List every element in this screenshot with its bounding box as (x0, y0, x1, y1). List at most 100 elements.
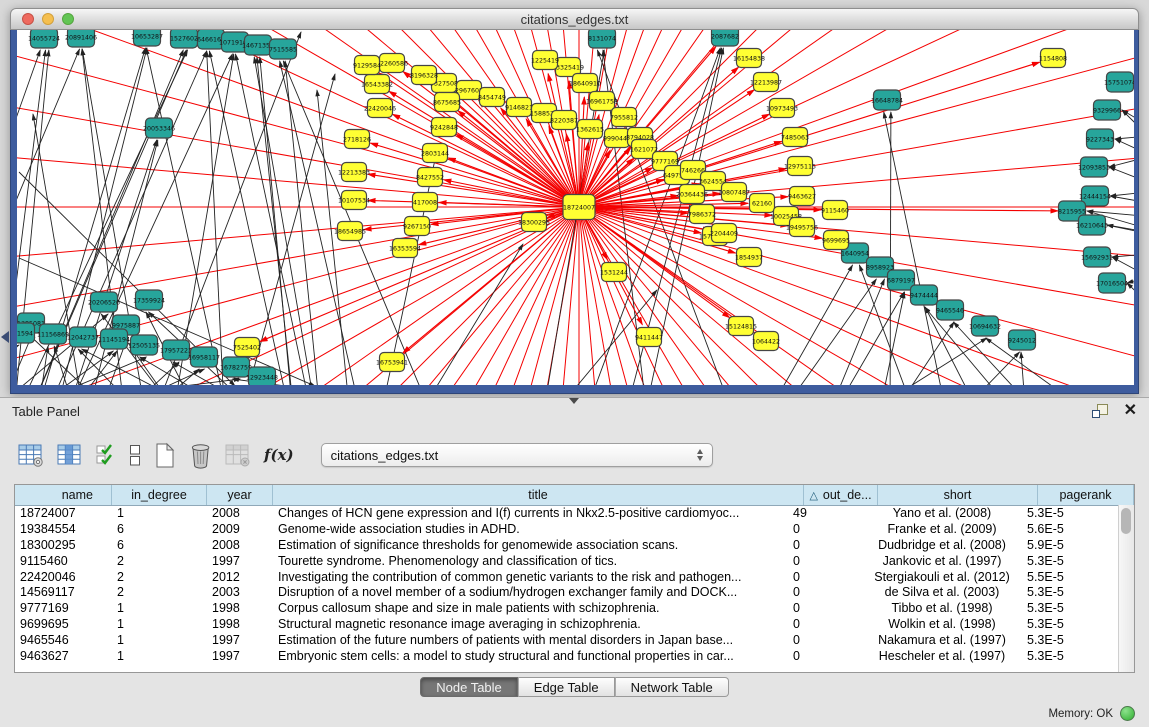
table-row[interactable]: 977716911998Corpus callosum shape and si… (15, 600, 1118, 616)
table-cell[interactable]: 2003 (207, 585, 273, 599)
table-cell[interactable]: Nakamura et al. (1997) (862, 633, 1022, 647)
table-cell[interactable]: 2 (112, 554, 207, 568)
table-cell[interactable]: 1 (112, 633, 207, 647)
table-cell[interactable]: 1 (112, 506, 207, 520)
table-cell[interactable]: 2008 (207, 506, 273, 520)
column-header-pagerank[interactable]: pagerank (1038, 485, 1134, 505)
table-cell[interactable]: 5.9E-5 (1022, 538, 1118, 552)
float-panel-icon[interactable] (1092, 404, 1108, 418)
table-cell[interactable]: 49 (788, 506, 862, 520)
table-cell[interactable]: 0 (788, 617, 862, 631)
table-cell[interactable]: 9463627 (15, 649, 112, 663)
minimize-window-button[interactable] (42, 13, 54, 25)
column-header-year[interactable]: year (207, 485, 273, 505)
table-cell[interactable]: 5.3E-5 (1022, 649, 1118, 663)
table-cell[interactable]: 0 (788, 601, 862, 615)
table-cell[interactable]: 2012 (207, 570, 273, 584)
table-cell[interactable]: 18724007 (15, 506, 112, 520)
table-cell[interactable]: 5.3E-5 (1022, 506, 1118, 520)
column-visibility-icon[interactable] (57, 443, 83, 467)
table-cell[interactable]: Embryonic stem cells: a model to study s… (273, 649, 788, 663)
table-cell[interactable]: de Silva et al. (2003) (862, 585, 1022, 599)
table-cell[interactable]: Jankovic et al. (1997) (862, 554, 1022, 568)
table-cell[interactable]: Tibbo et al. (1998) (862, 601, 1022, 615)
table-cell[interactable]: 1998 (207, 601, 273, 615)
table-row[interactable]: 946554611997Estimation of the future num… (15, 632, 1118, 648)
table-cell[interactable]: 1997 (207, 649, 273, 663)
table-row[interactable]: 1456911722003Disruption of a novel membe… (15, 584, 1118, 600)
column-header-title[interactable]: title (273, 485, 804, 505)
table-cell[interactable]: 1 (112, 649, 207, 663)
table-cell[interactable]: Investigating the contribution of common… (273, 570, 788, 584)
table-cell[interactable]: Hescheler et al. (1997) (862, 649, 1022, 663)
tab-network-table[interactable]: Network Table (615, 677, 729, 697)
table-cell[interactable]: 0 (788, 554, 862, 568)
table-cell[interactable]: 6 (112, 538, 207, 552)
table-cell[interactable]: 9777169 (15, 601, 112, 615)
table-cell[interactable]: 5.3E-5 (1022, 554, 1118, 568)
table-cell[interactable]: 5.3E-5 (1022, 601, 1118, 615)
table-cell[interactable]: Wolkin et al. (1998) (862, 617, 1022, 631)
table-cell[interactable]: 0 (788, 522, 862, 536)
tab-edge-table[interactable]: Edge Table (518, 677, 615, 697)
table-cell[interactable]: 5.3E-5 (1022, 617, 1118, 631)
table-cell[interactable]: 6 (112, 522, 207, 536)
table-cell[interactable]: 2 (112, 570, 207, 584)
column-header-short[interactable]: short (878, 485, 1038, 505)
table-cell[interactable]: Genome-wide association studies in ADHD. (273, 522, 788, 536)
table-cell[interactable]: 1997 (207, 633, 273, 647)
table-cell[interactable]: 5.6E-5 (1022, 522, 1118, 536)
table-row[interactable]: 1872400712008Changes of HCN gene express… (15, 505, 1118, 521)
table-cell[interactable]: 0 (788, 649, 862, 663)
table-cell[interactable]: 9699695 (15, 617, 112, 631)
table-source-select[interactable]: citations_edges.txt (321, 443, 713, 467)
deselect-icon[interactable] (129, 443, 141, 468)
table-cell[interactable]: 18300295 (15, 538, 112, 552)
table-cell[interactable]: Estimation of the future numbers of pati… (273, 633, 788, 647)
table-cell[interactable]: 0 (788, 538, 862, 552)
table-cell[interactable]: Structural magnetic resonance image aver… (273, 617, 788, 631)
table-cell[interactable]: Estimation of significance thresholds fo… (273, 538, 788, 552)
memory-ok-indicator[interactable] (1120, 706, 1135, 721)
window-titlebar[interactable]: citations_edges.txt (10, 8, 1139, 30)
table-cell[interactable]: Franke et al. (2009) (862, 522, 1022, 536)
table-cell[interactable]: Tourette syndrome. Phenomenology and cla… (273, 554, 788, 568)
table-scrollbar[interactable] (1118, 505, 1134, 672)
table-row[interactable]: 2242004622012Investigating the contribut… (15, 569, 1118, 585)
column-header-out_de[interactable]: △out_de... (804, 485, 878, 505)
table-cell[interactable]: 0 (788, 570, 862, 584)
table-cell[interactable]: Changes of HCN gene expression and I(f) … (273, 506, 788, 520)
table-row[interactable]: 946362711997Embryonic stem cells: a mode… (15, 648, 1118, 664)
table-cell[interactable]: Dudbridge et al. (2008) (862, 538, 1022, 552)
table-row[interactable]: 911546021997Tourette syndrome. Phenomeno… (15, 553, 1118, 569)
table-cell[interactable]: 1 (112, 617, 207, 631)
table-cell[interactable]: 5.5E-5 (1022, 570, 1118, 584)
table-row[interactable]: 1830029562008Estimation of significance … (15, 537, 1118, 553)
close-window-button[interactable] (22, 13, 34, 25)
panel-resize-handle-icon[interactable] (569, 398, 579, 409)
tab-node-table[interactable]: Node Table (420, 677, 518, 697)
table-cell[interactable]: 14569117 (15, 585, 112, 599)
table-cell[interactable]: 2 (112, 585, 207, 599)
table-cell[interactable]: Disruption of a novel member of a sodium… (273, 585, 788, 599)
table-cell[interactable]: 1997 (207, 554, 273, 568)
table-cell[interactable]: Corpus callosum shape and size in male p… (273, 601, 788, 615)
delete-icon[interactable] (189, 442, 212, 469)
close-panel-icon[interactable]: ✕ (1124, 404, 1137, 418)
table-scrollbar-thumb[interactable] (1121, 508, 1131, 534)
table-cell[interactable]: 2009 (207, 522, 273, 536)
select-all-icon[interactable] (96, 442, 116, 468)
table-cell[interactable]: 9115460 (15, 554, 112, 568)
table-cell[interactable]: Yano et al. (2008) (862, 506, 1022, 520)
collapse-left-arrow-icon[interactable] (1, 331, 9, 343)
table-cell[interactable]: 0 (788, 585, 862, 599)
table-cell[interactable]: 0 (788, 633, 862, 647)
table-cell[interactable]: 22420046 (15, 570, 112, 584)
network-canvas[interactable]: 1405572420891406106532871527602646616110… (17, 30, 1134, 385)
table-cell[interactable]: 2008 (207, 538, 273, 552)
column-header-in_degree[interactable]: in_degree (112, 485, 207, 505)
table-cell[interactable]: 1998 (207, 617, 273, 631)
table-cell[interactable]: Stergiakouli et al. (2012) (862, 570, 1022, 584)
table-cell[interactable]: 9465546 (15, 633, 112, 647)
table-row[interactable]: 1938455462009Genome-wide association stu… (15, 521, 1118, 537)
